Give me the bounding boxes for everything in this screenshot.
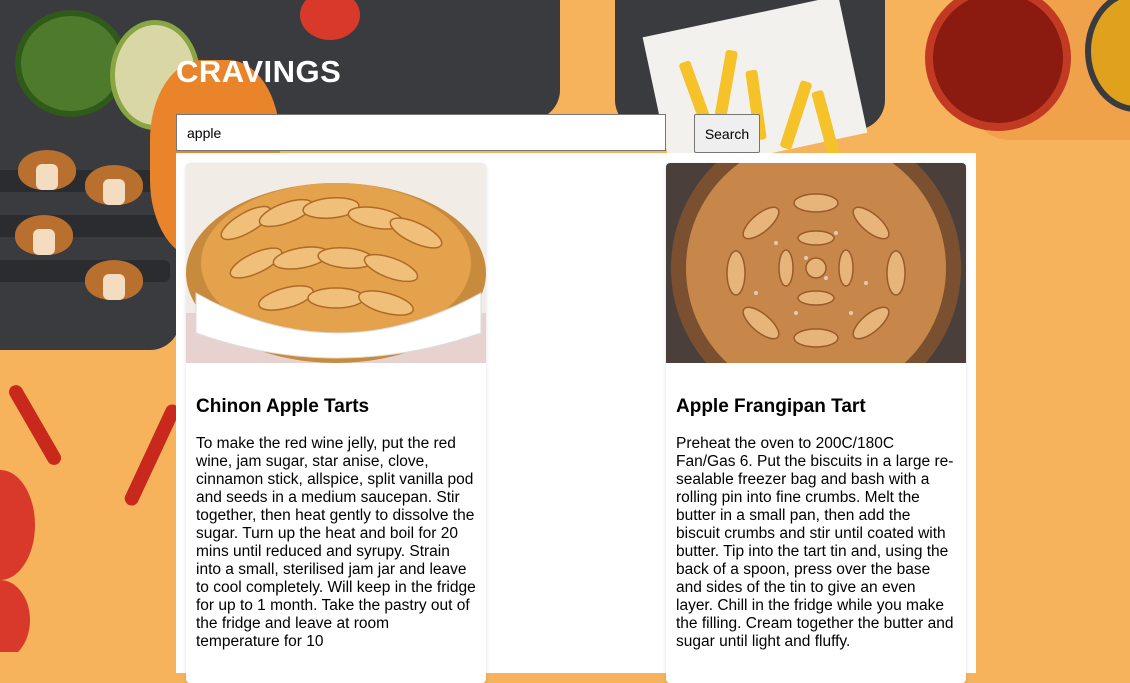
results-panel: Chinon Apple Tarts To make the red wine … (176, 153, 976, 683)
search-input[interactable] (176, 114, 666, 151)
recipe-title[interactable]: Chinon Apple Tarts (196, 396, 476, 418)
tomato-illustration (0, 580, 30, 652)
recipe-card[interactable]: Apple Frangipan Tart Preheat the oven to… (666, 163, 966, 683)
chili-illustration (122, 402, 182, 508)
recipe-description: Preheat the oven to 200C/180C Fan/Gas 6.… (676, 435, 954, 650)
recipe-image (186, 163, 486, 363)
recipe-card[interactable]: Chinon Apple Tarts To make the red wine … (186, 163, 486, 683)
recipe-title[interactable]: Apple Frangipan Tart (676, 396, 956, 418)
app-title: CRAVINGS (176, 54, 342, 89)
recipe-description: To make the red wine jelly, put the red … (196, 435, 476, 650)
search-button[interactable]: Search (694, 114, 760, 153)
recipe-image (666, 163, 966, 363)
tomato-illustration (0, 470, 35, 580)
chili-illustration (6, 382, 64, 468)
